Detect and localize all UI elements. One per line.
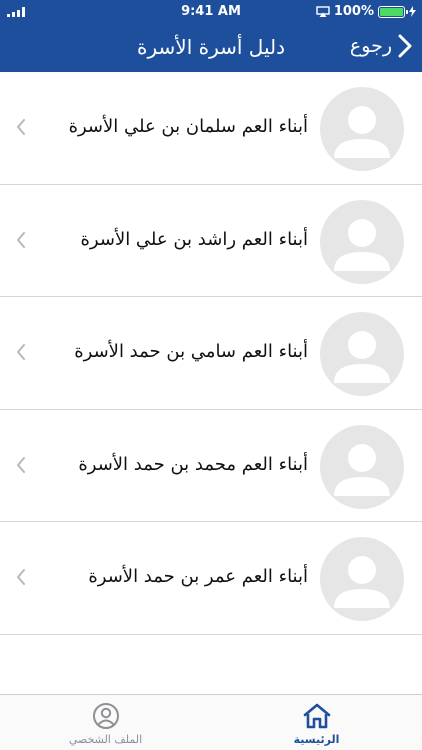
avatar	[320, 537, 404, 621]
list-item[interactable]: أبناء العم محمد بن حمد الأسرة	[0, 410, 422, 522]
navigation-bar: دليل أسرة الأسرة رجوع	[0, 22, 422, 72]
tab-home-label: الرئيسية	[293, 733, 340, 746]
user-placeholder-icon	[334, 218, 390, 271]
list-item-name: أبناء العم عمر بن حمد الأسرة	[88, 566, 308, 587]
back-button[interactable]: رجوع	[350, 34, 412, 58]
battery-fill	[380, 7, 403, 16]
chevron-left-icon	[17, 231, 25, 248]
avatar	[320, 424, 404, 509]
avatar	[320, 87, 404, 171]
avatar	[320, 199, 404, 284]
avatar	[320, 312, 404, 396]
user-placeholder-icon	[334, 556, 390, 608]
chevron-left-icon	[17, 119, 25, 135]
list-item-name: أبناء العم راشد بن علي الأسرة	[80, 228, 309, 250]
tab-profile[interactable]: الملف الشخصي	[0, 695, 211, 750]
list-item[interactable]: أبناء العم عمر بن حمد الأسرة	[0, 522, 422, 635]
user-placeholder-icon	[334, 106, 390, 158]
battery-icon	[378, 5, 408, 18]
chevron-right-icon	[398, 34, 412, 58]
list-item[interactable]: أبناء العم سامي بن حمد الأسرة	[0, 297, 422, 410]
back-label: رجوع	[349, 35, 392, 57]
user-placeholder-icon	[334, 331, 390, 383]
user-placeholder-icon	[334, 443, 390, 496]
user-circle-icon	[92, 703, 119, 729]
tab-home[interactable]: الرئيسية	[211, 695, 422, 750]
status-right: 100%	[316, 4, 416, 19]
list-item-name: أبناء العم محمد بن حمد الأسرة	[78, 453, 308, 475]
list-item-name: أبناء العم سامي بن حمد الأسرة	[74, 341, 308, 362]
battery-percent: 100%	[333, 4, 374, 19]
family-list: أبناء العم سلمان بن علي الأسرة أبناء الع…	[0, 72, 422, 635]
chevron-left-icon	[17, 344, 25, 360]
list-item[interactable]: أبناء العم راشد بن علي الأسرة	[0, 185, 422, 297]
chevron-left-icon	[17, 569, 25, 585]
list-item-name: أبناء العم سلمان بن علي الأسرة	[68, 116, 308, 137]
tab-profile-label: الملف الشخصي	[68, 733, 143, 746]
chevron-left-icon	[17, 456, 25, 473]
status-bar: 9:41 AM 100%	[0, 0, 422, 22]
charging-bolt-icon	[409, 6, 416, 17]
tab-bar: الرئيسية الملف الشخصي	[0, 694, 422, 750]
app-header: 9:41 AM 100% دليل أسرة الأسرة رجوع	[0, 0, 422, 72]
list-item[interactable]: أبناء العم سلمان بن علي الأسرة	[0, 72, 422, 185]
airplay-icon	[316, 6, 330, 17]
home-icon	[303, 703, 330, 729]
